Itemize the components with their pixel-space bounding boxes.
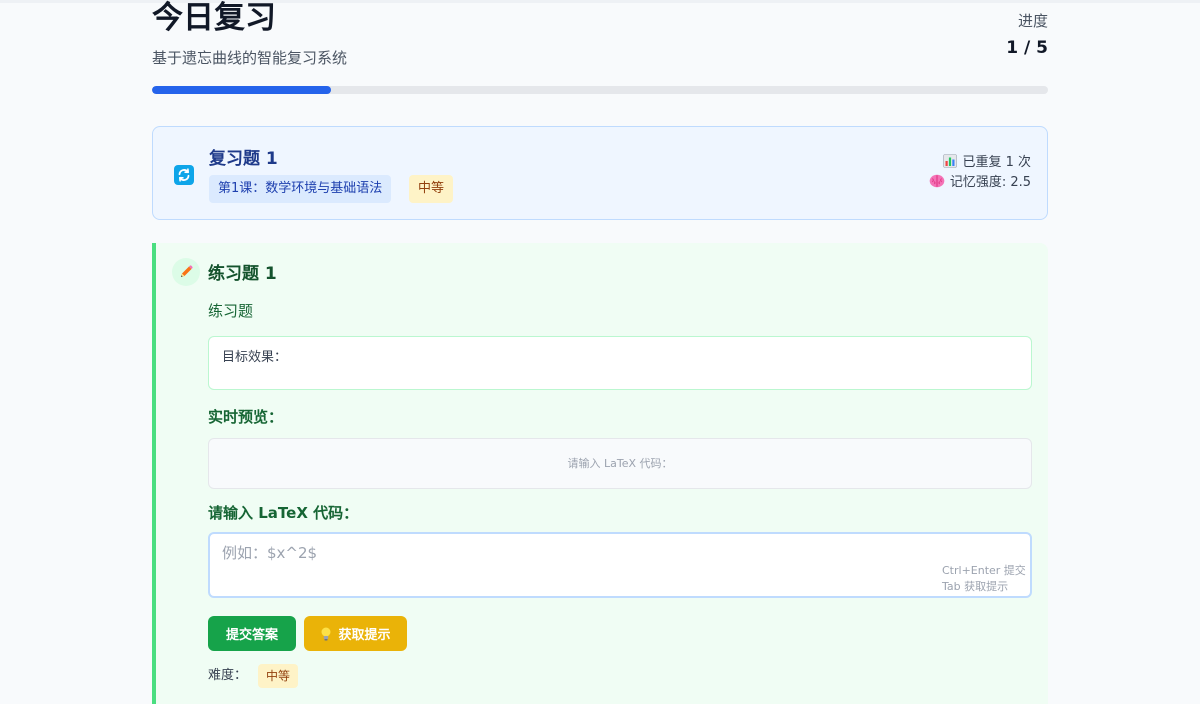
memory-strength-stat: 记忆强度: 2.5 [929, 174, 1031, 194]
target-effect-box: 目标效果： [208, 336, 1032, 390]
exercise-card: 练习题 1 练习题 目标效果： 实时预览： 请输入 LaTeX 代码： 请输入 … [152, 243, 1048, 704]
lightbulb-icon [320, 627, 332, 641]
get-hint-label: 获取提示 [338, 628, 391, 643]
lesson-tag: 第1课：数学环境与基础语法 [209, 175, 392, 203]
progress-bar [152, 86, 1048, 94]
difficulty-tag: 中等 [409, 175, 454, 203]
exercise-title: 练习题 1 [208, 264, 277, 284]
repeat-count-text: 已重复 1 次 [962, 155, 1031, 170]
submit-answer-button[interactable]: 提交答案 [208, 616, 296, 651]
progress-bar-fill [152, 86, 332, 94]
target-effect-label: 目标效果： [222, 350, 288, 365]
latex-input[interactable] [208, 532, 1032, 598]
memory-strength-text: 记忆强度: 2.5 [949, 175, 1031, 190]
page-subtitle: 基于遗忘曲线的智能复习系统 [152, 49, 348, 67]
brain-icon [929, 174, 945, 194]
difficulty-badge: 中等 [258, 664, 299, 688]
bar-chart-icon [943, 154, 958, 174]
get-hint-button[interactable]: 获取提示 [304, 616, 407, 651]
review-page: 今日复习 基于遗忘曲线的智能复习系统 进度 1 / 5 复习题 1 第1课：数学… [152, 0, 1048, 704]
pencil-icon [172, 258, 200, 286]
progress-count: 1 / 5 [1006, 38, 1048, 58]
difficulty-label: 难度： [208, 668, 248, 683]
latex-input-heading: 请输入 LaTeX 代码： [208, 504, 359, 522]
refresh-icon [174, 165, 194, 185]
live-preview-box: 请输入 LaTeX 代码： [208, 438, 1032, 489]
page-title: 今日复习 [152, 0, 276, 36]
shortcut-tab-hint: Tab 获取提示 [942, 580, 1009, 593]
preview-heading: 实时预览： [208, 408, 284, 426]
repeat-count-stat: 已重复 1 次 [943, 154, 1031, 174]
exercise-type: 练习题 [208, 302, 254, 320]
shortcut-submit-hint: Ctrl+Enter 提交 [942, 564, 1026, 577]
review-card: 复习题 1 第1课：数学环境与基础语法 中等 已重复 1 次 记忆强度: 2.5 [152, 126, 1048, 220]
review-title: 复习题 1 [209, 149, 278, 169]
preview-placeholder: 请输入 LaTeX 代码： [567, 457, 673, 470]
progress-label: 进度 [1017, 12, 1048, 30]
